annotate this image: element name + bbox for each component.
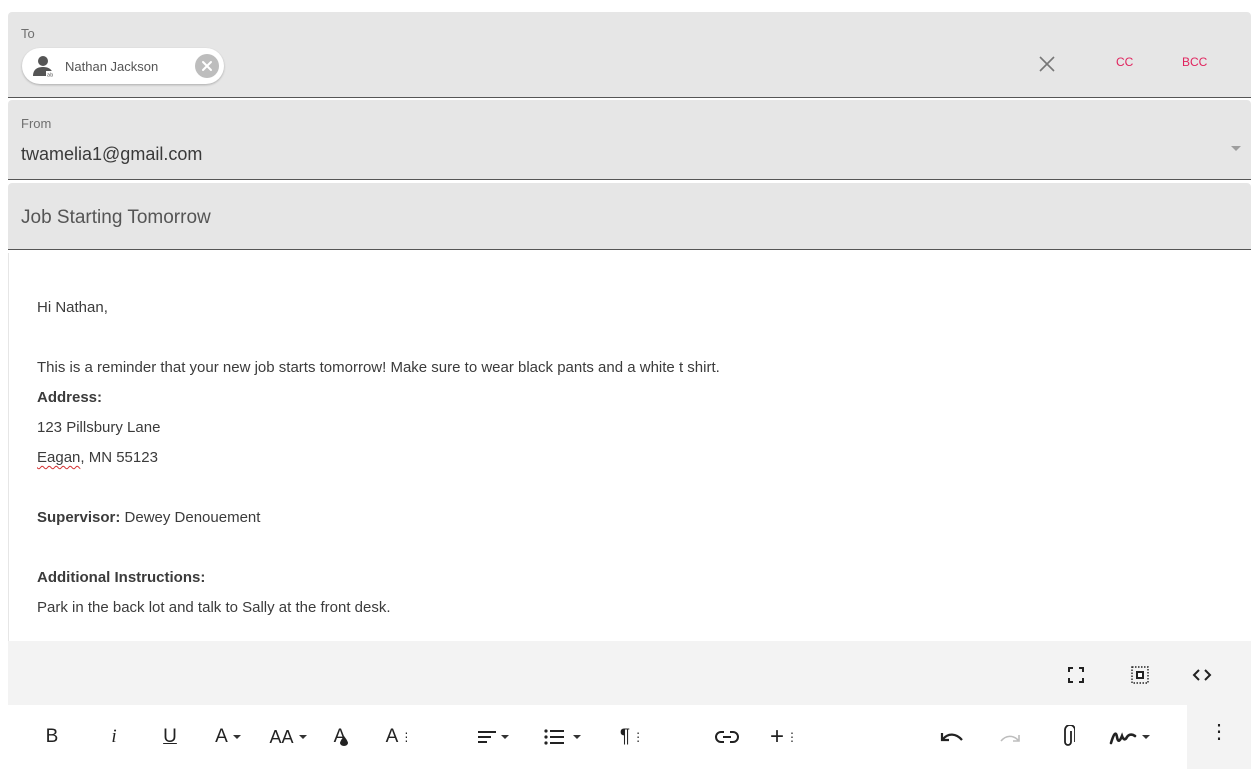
list-icon [543,729,564,745]
address-line1: 123 Pillsbury Lane [37,419,161,436]
signature-icon [1109,732,1136,745]
font-color-button[interactable]: A [210,723,246,751]
message-body[interactable]: Hi Nathan, This is a reminder that your … [37,293,720,623]
font-size-button[interactable]: AA [263,723,313,751]
person-icon: ab [31,53,57,79]
font-size-icon: AA [269,726,294,747]
undo-button[interactable] [938,723,966,751]
supervisor-label: Supervisor: [37,509,121,526]
undo-icon [940,733,963,742]
instructions-heading: Additional Instructions: [37,569,206,586]
list-button[interactable] [538,723,586,751]
insert-more-icon: + [769,723,784,750]
text-style-icon: A [385,726,399,747]
subject-input[interactable]: Job Starting Tomorrow [21,207,211,229]
intro-line: This is a reminder that your new job sta… [37,359,720,376]
link-icon [715,731,739,743]
align-icon [477,731,496,743]
from-field[interactable]: From twamelia1@gmail.com [8,100,1251,180]
more-vert-icon[interactable]: ⋮ [1207,717,1231,745]
address-city: Eagan [37,449,81,466]
align-button[interactable] [474,723,512,751]
address-heading: Address: [37,389,103,406]
font-color-icon: A [215,726,228,747]
insert-more-button[interactable]: + ⋮ [768,723,800,751]
close-icon[interactable] [1035,52,1059,76]
text-style-button[interactable]: A ⋮ [384,723,414,751]
greeting-line: Hi Nathan, [37,299,108,316]
remove-recipient-icon[interactable] [195,54,219,78]
italic-button[interactable]: i [104,723,124,751]
subject-field[interactable]: Job Starting Tomorrow [8,183,1251,250]
to-field[interactable]: To ab Nathan Jackson CC BCC [8,12,1251,98]
cc-button[interactable]: CC [1116,55,1133,69]
redo-icon [1000,735,1020,742]
chevron-down-icon[interactable] [1231,146,1241,151]
redo-button[interactable] [996,723,1024,751]
link-button[interactable] [712,723,742,751]
signature-button[interactable] [1108,723,1150,751]
from-select-value[interactable]: twamelia1@gmail.com [21,144,202,165]
code-view-icon[interactable] [1189,663,1215,687]
to-label: To [21,26,35,41]
bold-button[interactable]: B [40,723,64,751]
supervisor-value: Dewey Denouement [120,509,261,526]
highlight-button[interactable]: A [328,723,354,751]
format-toolbar: B i U A AA A A ⋮ ¶ ⋮ + ⋮ ⋮ [8,705,1251,769]
select-all-icon[interactable] [1127,663,1153,687]
more-options-column: ⋮ [1187,705,1251,769]
attachment-button[interactable] [1056,723,1080,751]
recipient-chip[interactable]: ab Nathan Jackson [22,48,224,84]
fullscreen-icon[interactable] [1063,663,1089,687]
svg-text:ab: ab [47,73,53,79]
paragraph-format-button[interactable]: ¶ ⋮ [618,723,646,751]
bcc-button[interactable]: BCC [1182,55,1207,69]
address-line2: Eagan, MN 55123 [37,443,720,473]
underline-button[interactable]: U [158,723,182,751]
address-state-zip: , MN 55123 [80,449,158,466]
attachment-icon [1064,725,1075,746]
supervisor-line: Supervisor: Dewey Denouement [37,503,720,533]
view-toolbar [8,641,1251,705]
from-label: From [21,116,52,131]
paragraph-format-icon: ¶ [619,726,631,747]
instructions-text: Park in the back lot and talk to Sally a… [37,599,391,616]
recipient-name: Nathan Jackson [65,58,159,74]
